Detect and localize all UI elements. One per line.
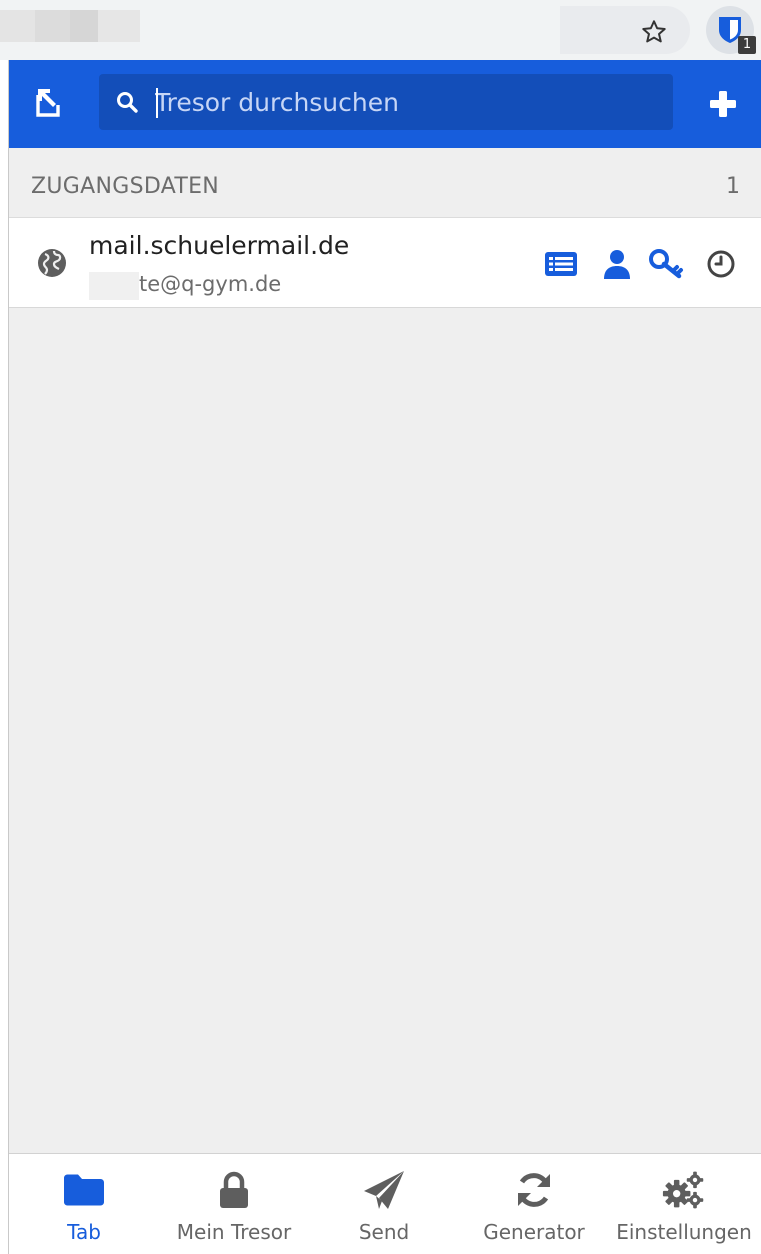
section-title: ZUGANGSDATEN xyxy=(31,174,220,199)
launch-button[interactable] xyxy=(703,246,739,282)
list-card-icon xyxy=(545,252,577,276)
copy-password-button[interactable] xyxy=(649,246,685,282)
bitwarden-popup: ZUGANGSDATEN 1 mail.schuelermail.de te@q… xyxy=(8,60,761,1254)
logins-section-header: ZUGANGSDATEN 1 xyxy=(9,148,761,218)
search-icon xyxy=(117,92,138,113)
popout-icon xyxy=(36,89,60,117)
search-input[interactable] xyxy=(155,80,655,124)
user-icon xyxy=(604,250,630,279)
item-name: mail.schuelermail.de xyxy=(89,231,350,260)
browser-toolbar: 1 xyxy=(0,0,761,60)
tab-label: Send xyxy=(358,1220,410,1244)
plus-icon xyxy=(710,91,736,117)
bitwarden-extension-button[interactable]: 1 xyxy=(706,6,756,54)
tab-send[interactable]: Send xyxy=(309,1154,459,1254)
bookmark-star-icon[interactable] xyxy=(636,14,672,50)
copy-username-button[interactable] xyxy=(599,246,635,282)
view-item-button[interactable] xyxy=(543,246,579,282)
search-box xyxy=(99,74,673,130)
username-redacted-area xyxy=(89,272,139,300)
clock-icon xyxy=(707,250,735,278)
tab-generator[interactable]: Generator xyxy=(459,1154,609,1254)
blurred-address-area xyxy=(0,10,140,42)
tab-my-vault[interactable]: Mein Tresor xyxy=(159,1154,309,1254)
tab-current-tab[interactable]: Tab xyxy=(9,1154,159,1254)
item-username: te@q-gym.de xyxy=(139,272,282,296)
refresh-icon xyxy=(512,1168,556,1212)
popout-button[interactable] xyxy=(31,80,71,124)
extension-badge: 1 xyxy=(738,36,756,54)
tab-label: Mein Tresor xyxy=(176,1220,292,1244)
login-item[interactable]: mail.schuelermail.de te@q-gym.de xyxy=(9,218,761,308)
folder-icon xyxy=(62,1168,106,1212)
tab-settings[interactable]: Einstellungen xyxy=(609,1154,759,1254)
paper-plane-icon xyxy=(362,1168,406,1212)
bottom-tab-bar: Tab Mein Tresor Send Generator Einstellu… xyxy=(9,1153,761,1254)
popup-header xyxy=(9,60,761,148)
text-caret xyxy=(156,88,158,118)
gears-icon xyxy=(662,1168,706,1212)
key-icon xyxy=(649,249,683,279)
tab-label: Tab xyxy=(67,1220,101,1244)
tab-label: Einstellungen xyxy=(616,1220,752,1244)
section-count: 1 xyxy=(726,174,740,199)
tab-label: Generator xyxy=(483,1220,585,1244)
lock-icon xyxy=(212,1168,256,1212)
add-item-button[interactable] xyxy=(703,84,743,124)
globe-icon xyxy=(38,249,66,277)
